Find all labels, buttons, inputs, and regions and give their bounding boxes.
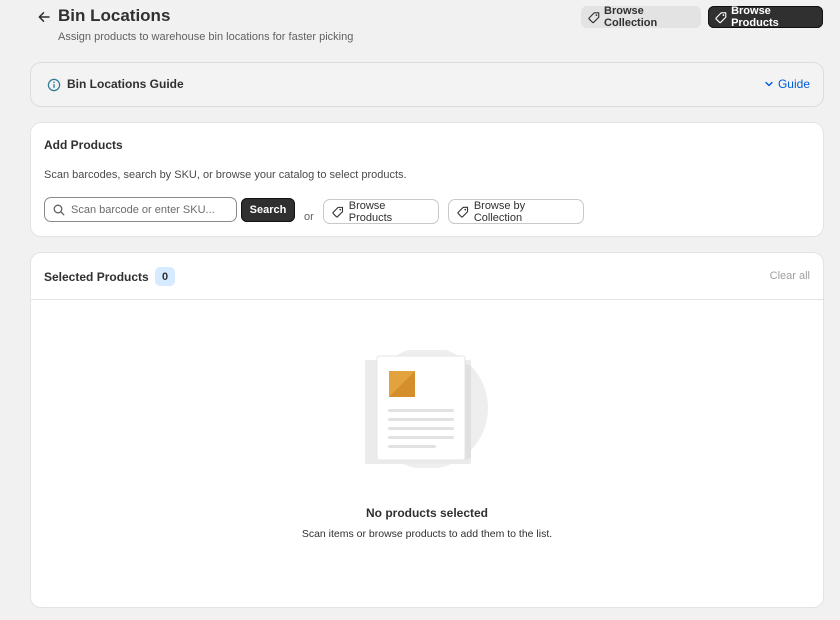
- browse-by-collection-button[interactable]: Browse by Collection: [449, 199, 583, 224]
- browse-collection-label: Browse Collection: [604, 5, 658, 29]
- page-subtitle: Assign products to warehouse bin locatio…: [58, 31, 354, 43]
- browse-products-inline-label: Browse Products: [348, 199, 393, 224]
- selected-products-title: Selected Products: [44, 270, 149, 284]
- guide-toggle-label: Guide: [777, 77, 810, 91]
- browse-by-collection-label: Browse by Collection: [473, 199, 526, 224]
- page-title: Bin Locations: [58, 6, 171, 25]
- selected-products-header: Selected Products 0 Clear all: [31, 253, 823, 300]
- tag-icon: [588, 11, 600, 23]
- guide-toggle-button[interactable]: Guide: [764, 77, 810, 91]
- tag-icon: [332, 206, 344, 217]
- arrow-left-icon: [38, 12, 50, 22]
- browse-collection-button[interactable]: Browse Collection: [581, 5, 701, 29]
- browse-products-label: Browse Products: [731, 5, 779, 29]
- empty-state-title: No products selected: [365, 506, 489, 520]
- selected-products-card: Selected Products 0 Clear all No product…: [31, 253, 823, 607]
- or-separator: or: [304, 211, 314, 223]
- selected-count-badge: 0: [155, 267, 175, 286]
- tag-icon: [715, 11, 727, 23]
- add-products-title: Add Products: [44, 138, 123, 152]
- guide-card: Bin Locations Guide Guide: [31, 63, 823, 106]
- empty-state-description: Scan items or browse products to add the…: [301, 528, 553, 540]
- back-button[interactable]: [34, 7, 54, 27]
- search-input[interactable]: [71, 203, 231, 216]
- search-button[interactable]: Search: [241, 198, 295, 222]
- info-icon: [47, 78, 61, 92]
- search-icon: [53, 204, 65, 215]
- tag-icon: [457, 206, 469, 218]
- guide-title: Bin Locations Guide: [67, 77, 184, 91]
- browse-products-inline-button[interactable]: Browse Products: [324, 199, 438, 224]
- add-products-card: Add Products Scan barcodes, search by SK…: [31, 123, 823, 236]
- chevron-down-icon: [765, 81, 773, 87]
- add-products-description: Scan barcodes, search by SKU, or browse …: [44, 169, 407, 181]
- browse-products-button[interactable]: Browse Products: [708, 5, 823, 29]
- page-header: Bin Locations Assign products to warehou…: [0, 0, 840, 52]
- clear-all-button[interactable]: Clear all: [770, 270, 810, 282]
- empty-state-illustration: [365, 350, 488, 468]
- search-field[interactable]: [44, 197, 237, 222]
